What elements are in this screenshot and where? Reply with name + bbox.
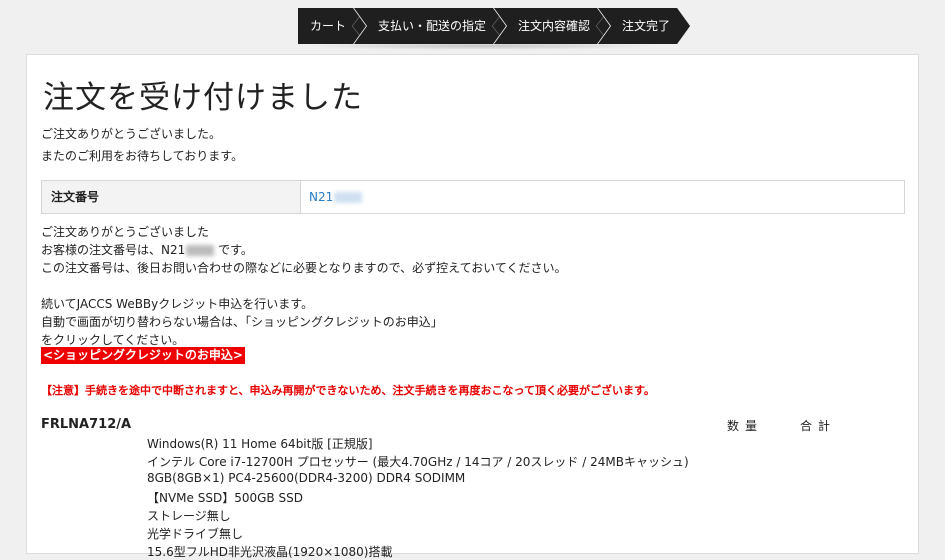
page-title: 注文を受け付けました (43, 80, 363, 116)
step-order-complete: 注文完了 (598, 8, 690, 44)
message-line-5: 自動で画面が切り替わらない場合は、「ショッピングクレジットのお申込」 (41, 315, 443, 329)
notice-warning: 【注意】手続きを途中で中断されますと、申込み再開ができないため、注文手続きを再度… (41, 384, 655, 397)
spec-ssd: 【NVMe SSD】500GB SSD (147, 491, 303, 505)
step-payment-delivery: 支払い・配送の指定 (354, 8, 506, 44)
spec-memory: 8GB(8GB×1) PC4-25600(DDR4-3200) DDR4 SOD… (147, 471, 466, 485)
order-number-prefix: N21 (309, 190, 334, 204)
shopping-credit-apply-link[interactable]: <ショッピングクレジットのお申込> (41, 347, 245, 364)
order-number-value: N21 (301, 181, 904, 213)
message-line-2: お客様の注文番号は、N21 です。 (41, 241, 253, 258)
step-cart: カート (298, 8, 366, 44)
order-number-redacted-2 (186, 245, 215, 256)
thanks-message-2: またのご利用をお待ちしております。 (41, 149, 244, 163)
message-line-6: をクリックしてください。 (41, 333, 185, 347)
spec-display: 15.6型フルHD非光沢液晶(1920×1080)搭載 (147, 545, 393, 559)
spec-os: Windows(R) 11 Home 64bit版 [正規版] (147, 437, 373, 451)
checkout-steps: カート 支払い・配送の指定 注文内容確認 注文完了 (298, 8, 690, 44)
order-number-redacted (334, 192, 363, 203)
spec-cpu: インテル Core i7-12700H プロセッサー (最大4.70GHz / … (147, 455, 689, 469)
message-line-4: 続いてJACCS WeBByクレジット申込を行います。 (41, 297, 314, 311)
product-code: FRLNA712/A (41, 417, 132, 432)
spec-optical-drive: 光学ドライブ無し (147, 527, 244, 541)
steps-shadow (300, 42, 660, 50)
message-line-3: この注文番号は、後日お問い合わせの際などに必要となりますので、必ず控えておいてく… (41, 261, 567, 275)
order-number-label: 注文番号 (42, 181, 301, 213)
spec-storage: ストレージ無し (147, 509, 231, 523)
column-total: 合計 (800, 419, 837, 433)
step-order-confirm: 注文内容確認 (494, 8, 610, 44)
column-quantity: 数量 (727, 419, 764, 433)
message-line-2-suffix: です。 (218, 243, 253, 257)
order-number-table: 注文番号 N21 (41, 180, 905, 214)
order-number-text: お客様の注文番号は、N21 (41, 243, 186, 257)
order-complete-card: 注文を受け付けました ご注文ありがとうございました。 またのご利用をお待ちしてお… (26, 54, 919, 559)
message-line-1: ご注文ありがとうございました (41, 225, 210, 239)
thanks-message: ご注文ありがとうございました。 (41, 127, 222, 141)
